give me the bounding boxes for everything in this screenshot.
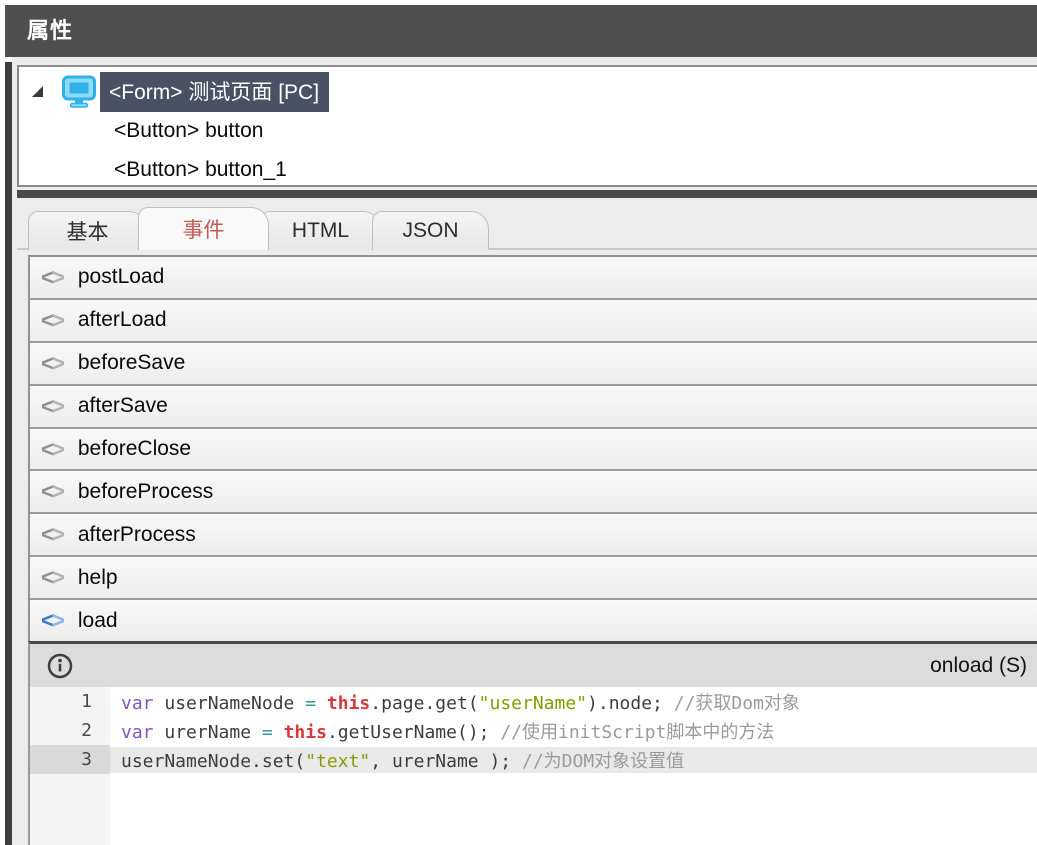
event-row-beforeClose[interactable]: <> beforeClose <box>30 429 1037 472</box>
event-list: <> postLoad <> afterLoad <> beforeSave <> after… <box>28 255 1037 641</box>
event-row-beforeProcess[interactable]: <> beforeProcess <box>30 471 1037 514</box>
script-editor: onload (S) 1var userNameNode = this.page… <box>28 641 1037 845</box>
horizontal-splitter-bar[interactable] <box>17 190 1037 198</box>
event-row-afterLoad[interactable]: <> afterLoad <box>30 300 1037 343</box>
component-tree: <Form> 测试页面 [PC] <Button> button <Button> … <box>17 65 1037 187</box>
left-splitter-bar[interactable] <box>5 62 12 845</box>
code-content: var userNameNode = this.page.get("userNa… <box>110 689 1037 715</box>
line-number: 1 <box>30 687 110 716</box>
tab-bar: 基本事件HTMLJSON <box>28 207 480 250</box>
code-content: var urerName = this.getUserName(); //使用i… <box>110 718 1037 744</box>
monitor-icon <box>61 75 97 108</box>
code-line-1[interactable]: 1var userNameNode = this.page.get("userN… <box>30 687 1037 716</box>
tree-item-label: <Button> button <box>19 119 263 143</box>
line-number: 2 <box>30 716 110 745</box>
event-row-afterSave[interactable]: <> afterSave <box>30 386 1037 429</box>
code-brackets-icon: <> <box>41 395 65 418</box>
event-name: beforeSave <box>78 351 185 375</box>
script-title: onload (S) <box>930 654 1027 678</box>
properties-panel: 属性 <Form> 测试页面 [PC] <Button> button <Butto… <box>0 0 1037 845</box>
info-icon[interactable] <box>47 653 73 679</box>
tab-basic[interactable]: 基本 <box>28 211 147 250</box>
code-brackets-icon: <> <box>41 480 65 503</box>
event-row-load[interactable]: <> load <box>30 600 1037 641</box>
event-name: afterLoad <box>78 308 167 332</box>
tree-expand-icon[interactable] <box>30 84 45 99</box>
tree-item-button[interactable]: <Button> button <box>19 111 1037 150</box>
event-row-help[interactable]: <> help <box>30 557 1037 600</box>
event-name: afterProcess <box>78 523 196 547</box>
tree-item-label: <Form> 测试页面 [PC] <box>100 72 329 112</box>
event-name: beforeClose <box>78 437 191 461</box>
tree-item-label: <Button> button_1 <box>19 158 287 182</box>
event-name: postLoad <box>78 265 164 289</box>
tree-item-button_1[interactable]: <Button> button_1 <box>19 150 1037 189</box>
code-line-3[interactable]: 3userNameNode.set("text", urerName ); //… <box>30 745 1037 774</box>
code-brackets-icon: <> <box>41 523 65 546</box>
event-row-afterProcess[interactable]: <> afterProcess <box>30 514 1037 557</box>
code-line-2[interactable]: 2var urerName = this.getUserName(); //使用… <box>30 716 1037 745</box>
tab-html[interactable]: HTML <box>260 211 381 250</box>
tree-item-form[interactable]: <Form> 测试页面 [PC] <box>19 72 1037 111</box>
code-content: userNameNode.set("text", urerName ); //为… <box>110 747 1037 773</box>
event-name: load <box>78 609 118 633</box>
script-editor-header: onload (S) <box>30 644 1037 687</box>
event-name: afterSave <box>78 394 168 418</box>
code-brackets-icon: <> <box>41 309 65 332</box>
event-row-beforeSave[interactable]: <> beforeSave <box>30 343 1037 386</box>
code-area[interactable]: 1var userNameNode = this.page.get("userN… <box>30 687 1037 845</box>
code-brackets-icon: <> <box>41 566 65 589</box>
tab-json[interactable]: JSON <box>372 211 489 250</box>
code-brackets-icon: <> <box>41 609 65 632</box>
code-brackets-icon: <> <box>41 352 65 375</box>
event-name: beforeProcess <box>78 480 213 504</box>
event-row-postLoad[interactable]: <> postLoad <box>30 257 1037 300</box>
panel-title: 属性 <box>5 5 1037 57</box>
line-number: 3 <box>30 745 110 774</box>
code-empty-area[interactable] <box>30 774 1037 845</box>
tab-events[interactable]: 事件 <box>138 207 269 250</box>
code-brackets-icon: <> <box>41 438 65 461</box>
gutter-fill <box>30 774 110 845</box>
code-brackets-icon: <> <box>41 266 65 289</box>
event-name: help <box>78 566 118 590</box>
